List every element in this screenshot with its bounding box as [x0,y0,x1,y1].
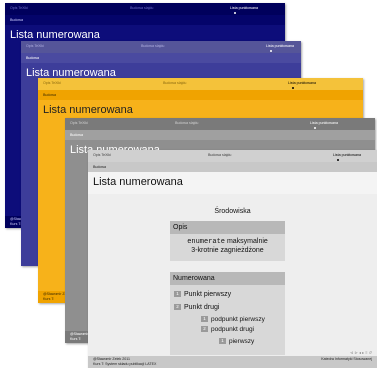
slide-subsection: Budowa [88,162,377,172]
slide-footer: @Sławomir Zelek 2011 Kurs T: System skła… [88,356,377,368]
nav-item-lista[interactable]: Lista punktowana [310,121,338,125]
environments-label: Środowiska [214,208,251,215]
nav-item-lista[interactable]: Lista punktowana [333,153,361,157]
slide-subsection: Budowa [21,53,301,63]
nav-item-lista[interactable]: Lista punktowana [230,6,258,10]
nav-dot-icon [292,87,294,89]
nav-item-budowa[interactable]: Budowa slajdu [175,121,198,125]
nav-item-opis[interactable]: Opis TeXiki [93,153,111,157]
slide-subsection: Budowa [65,130,375,140]
nav-item-opis[interactable]: Opis TeXiki [43,81,61,85]
slide-nav-bar: Opis TeXiki Budowa slajdu Lista punktowa… [65,118,375,130]
list-subitem: 1 podpunkt pierwszy [201,316,265,323]
slide-preview-5: Opis TeXiki Budowa slajdu Lista punktowa… [88,150,377,368]
slide-nav-bar: Opis TeXiki Budowa slajdu Lista punktowa… [88,150,377,162]
slide-nav-bar: Opis TeXiki Budowa slajdu Lista punktowa… [5,3,285,15]
list-item: 2 Punkt drugi [174,304,219,311]
slide-nav-bar: Opis TeXiki Budowa slajdu Lista punktowa… [38,78,363,90]
list-subsubitem: 1 pierwszy [219,338,254,345]
nav-item-opis[interactable]: Opis TeXiki [10,6,28,10]
footer-course: Kurs T: System składu publikacji LATEX [93,362,157,366]
list-subitem: 2 podpunkt drugi [201,326,254,333]
nav-item-budowa[interactable]: Budowa slajdu [141,44,164,48]
nav-dot-icon [337,159,339,161]
nav-dot-icon [314,127,316,129]
nav-item-budowa[interactable]: Budowa slajdu [163,81,186,85]
opis-block-header: Opis [170,221,285,234]
slide-title: Lista numerowana [88,172,377,194]
nav-item-opis[interactable]: Opis TeXiki [70,121,88,125]
beamer-nav-symbols[interactable]: ⊲ ⊳ ◂ ▸ ≡ ↺ [350,350,372,355]
nav-item-budowa[interactable]: Budowa slajdu [130,6,153,10]
nav-dot-icon [270,50,272,52]
list-item: 1 Punkt pierwszy [174,291,231,298]
numerowana-block-body: 1 Punkt pierwszy 2 Punkt drugi 1 podpunkt p… [170,285,285,355]
nav-dot-icon [234,12,236,14]
slide-nav-bar: Opis TeXiki Budowa slajdu Lista punktowa… [21,41,301,53]
nav-item-lista[interactable]: Lista punktowana [266,44,294,48]
slide-subsection: Budowa [38,90,363,100]
slide-subsection: Budowa [5,15,285,25]
code-enumerate: enumerate [187,238,225,246]
nav-item-lista[interactable]: Lista punktowana [288,81,316,85]
opis-block-body: enumerate maksymalnie 3-krotnie zagnieżd… [170,234,285,261]
footer-author: @Sławomir Zelek 2011 [93,357,130,361]
numerowana-block-header: Numerowana [170,272,285,285]
footer-dept: Katedra Informatyki Stosowanej [321,357,372,361]
nav-item-opis[interactable]: Opis TeXiki [26,44,44,48]
nav-item-budowa[interactable]: Budowa slajdu [208,153,231,157]
